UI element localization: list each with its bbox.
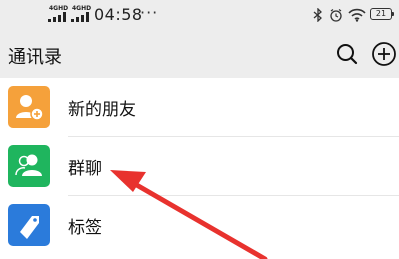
- network-type-label: 4GHD: [72, 5, 92, 12]
- network-type-label: 4GHD: [49, 5, 69, 12]
- list-item-label: 群聊: [68, 159, 102, 179]
- add-button[interactable]: [371, 41, 397, 67]
- add-friend-icon: [8, 86, 50, 128]
- status-bar: 4GHD 4GHD 04:58 ··· 21: [0, 0, 399, 32]
- list-item-tags[interactable]: 标签: [0, 196, 399, 254]
- signal-bars-icon: [48, 12, 66, 22]
- list-item-group-chats[interactable]: 群聊: [0, 137, 399, 195]
- list-item-label: 新的朋友: [68, 100, 136, 120]
- alarm-icon: [330, 9, 342, 22]
- search-button[interactable]: [334, 41, 360, 67]
- app-header: 通讯录: [0, 32, 399, 78]
- plus-circle-icon: [372, 42, 396, 66]
- more-notifications-icon: ···: [140, 3, 159, 22]
- group-chat-icon: [8, 145, 50, 187]
- signal-bars-icon: [71, 12, 89, 22]
- wifi-icon: [348, 8, 366, 22]
- signal-icon-sim2: 4GHD: [70, 5, 92, 23]
- signal-icon-sim1: 4GHD: [47, 5, 69, 23]
- bluetooth-icon: [313, 8, 322, 22]
- tag-icon: [8, 204, 50, 246]
- list-item-new-friends[interactable]: 新的朋友: [0, 78, 399, 136]
- battery-indicator: 21: [370, 8, 394, 20]
- page-title: 通讯录: [8, 47, 62, 68]
- list-item-label: 标签: [68, 218, 102, 238]
- search-icon: [337, 44, 358, 65]
- clock: 04:58: [94, 5, 143, 24]
